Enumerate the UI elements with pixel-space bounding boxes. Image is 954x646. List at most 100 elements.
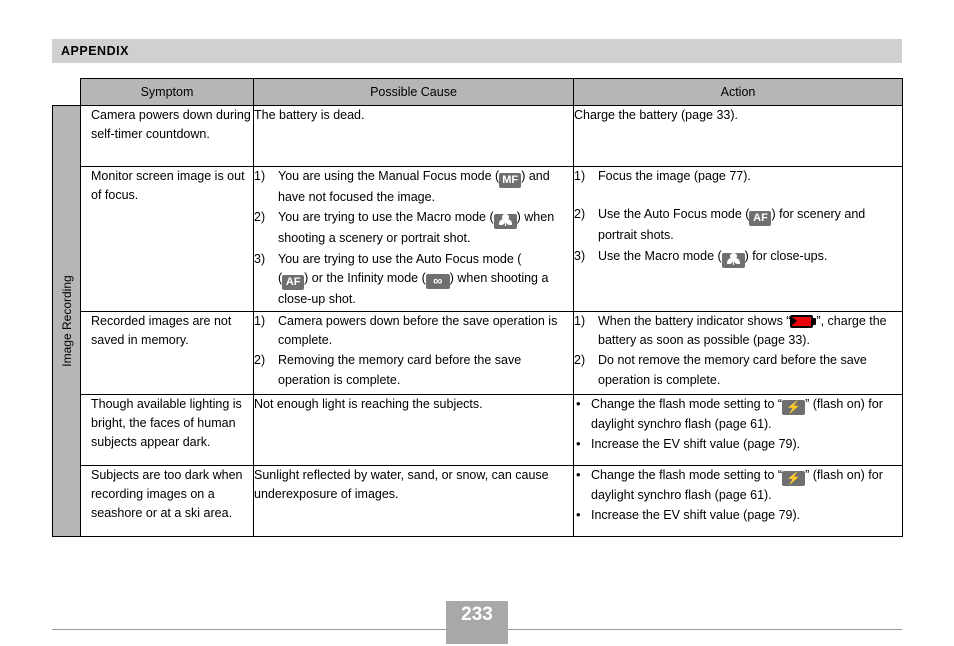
action-text: Increase the EV shift value (page 79).: [591, 436, 801, 451]
macro-icon: [721, 252, 745, 268]
action-text: Charge the battery (page 33).: [574, 108, 738, 122]
list-item: 2) Do not remove the memory card before t…: [574, 351, 902, 390]
action-text-post: ) for close-ups.: [744, 248, 828, 263]
troubleshooting-table-wrapper: Symptom Possible Cause Action Image Reco…: [52, 78, 903, 537]
list-item: 1) When the battery indicator shows “”, c…: [574, 312, 902, 351]
macro-icon: [493, 214, 517, 230]
symptom-text: Recorded images are not saved in memory.: [91, 313, 232, 347]
cell-symptom: Subjects are too dark when recording ima…: [80, 464, 254, 537]
cause-text: The battery is dead.: [254, 108, 365, 122]
list-marker: 2): [254, 353, 266, 368]
cell-possible-cause: Not enough light is reaching the subject…: [253, 393, 574, 466]
table-row: Recorded images are not saved in memory.…: [53, 310, 903, 395]
cell-possible-cause: The battery is dead.: [253, 105, 574, 167]
section-sidebar-image-recording: Image Recording: [52, 105, 81, 537]
table-row: Subjects are too dark when recording ima…: [53, 464, 903, 537]
cause-text-pre: You are using the Manual Focus mode (: [278, 169, 500, 183]
list-item: • Change the flash mode setting to “⚡” (f…: [574, 395, 902, 434]
list-marker: 3): [574, 248, 586, 263]
appendix-header-band: APPENDIX: [52, 39, 902, 63]
auto-focus-icon: AF: [749, 211, 772, 227]
table-row: Monitor screen image is out of focus. 1)…: [53, 166, 903, 312]
flash-on-icon: ⚡: [782, 470, 806, 486]
list-item: • Increase the EV shift value (page 79).: [574, 435, 902, 454]
action-text-pre: Use the Macro mode (: [598, 248, 722, 263]
header-corner-spacer: [53, 79, 81, 106]
action-list: 1) Focus the image (page 77). 2) Use the A…: [574, 167, 902, 268]
list-marker: 1): [574, 169, 586, 183]
infinity-icon: ∞: [425, 274, 450, 290]
cell-symptom: Recorded images are not saved in memory.: [80, 310, 254, 395]
symptom-text: Camera powers down during self-timer cou…: [91, 108, 251, 142]
action-text: Increase the EV shift value (page 79).: [591, 507, 801, 522]
list-item: 2) You are trying to use the Macro mode (…: [254, 208, 573, 248]
cause-text-pre: You are trying to use the Auto Focus mod…: [278, 251, 522, 266]
tulip-glyph: [498, 214, 512, 227]
list-item: 1) You are using the Manual Focus mode (M…: [254, 167, 573, 207]
list-item: 1) Focus the image (page 77).: [574, 167, 902, 186]
list-item: 3) You are trying to use the Auto Focus m…: [254, 250, 573, 310]
cell-symptom: Though available lighting is bright, the…: [80, 393, 254, 466]
cell-possible-cause: 1) You are using the Manual Focus mode (M…: [253, 166, 574, 312]
cause-text: Sunlight reflected by water, sand, or sn…: [254, 467, 549, 501]
table-row: Though available lighting is bright, the…: [53, 393, 903, 466]
list-marker: 2): [254, 210, 266, 225]
list-item: 2) Removing the memory card before the sa…: [254, 351, 573, 390]
symptom-text: Monitor screen image is out of focus.: [91, 169, 245, 203]
bullet-marker: •: [576, 435, 581, 451]
column-header-symptom: Symptom: [80, 78, 254, 106]
cell-action: • Change the flash mode setting to “⚡” (f…: [573, 393, 903, 466]
cell-possible-cause: Sunlight reflected by water, sand, or sn…: [253, 464, 574, 537]
page-number-block: [446, 601, 508, 644]
action-list: • Change the flash mode setting to “⚡” (f…: [574, 395, 902, 455]
symptom-text: Though available lighting is bright, the…: [91, 396, 242, 450]
list-marker: 2): [574, 207, 586, 222]
cause-list: 1) You are using the Manual Focus mode (M…: [254, 167, 573, 310]
cause-list: 1) Camera powers down before the save ope…: [254, 312, 573, 391]
cell-action: 1) Focus the image (page 77). 2) Use the A…: [573, 166, 903, 312]
action-list: • Change the flash mode setting to “⚡” (f…: [574, 466, 902, 526]
flash-on-icon: ⚡: [782, 399, 806, 415]
list-marker: 2): [574, 353, 586, 368]
bullet-marker: •: [576, 506, 581, 522]
cell-symptom: Monitor screen image is out of focus.: [80, 166, 254, 312]
troubleshooting-table: Symptom Possible Cause Action Image Reco…: [52, 78, 903, 537]
list-marker: 1): [574, 313, 586, 328]
cause-text-mid: ) or the Infinity mode (: [304, 271, 426, 286]
cell-action: • Change the flash mode setting to “⚡” (f…: [573, 464, 903, 537]
cause-text: Not enough light is reaching the subject…: [254, 396, 483, 411]
action-text-pre: Change the flash mode setting to “: [591, 396, 783, 411]
cell-action: Charge the battery (page 33).: [573, 105, 903, 167]
list-marker: 3): [254, 251, 266, 266]
action-text-pre: Use the Auto Focus mode (: [598, 207, 750, 222]
list-marker: 1): [254, 169, 266, 183]
auto-focus-icon: AF: [282, 275, 305, 291]
tulip-glyph: [726, 252, 740, 265]
cause-text: Camera powers down before the save opera…: [278, 313, 558, 347]
column-header-possible-cause: Possible Cause: [253, 78, 574, 106]
list-item: • Change the flash mode setting to “⚡” (f…: [574, 466, 902, 505]
table-header-row: Symptom Possible Cause Action: [53, 78, 903, 106]
cell-action: 1) When the battery indicator shows “”, c…: [573, 310, 903, 395]
bullet-marker: •: [576, 466, 581, 482]
action-text: Focus the image (page 77).: [598, 169, 751, 183]
sidebar-label: Image Recording: [59, 275, 74, 367]
page-number: 233: [461, 604, 493, 625]
battery-empty-icon: [790, 314, 817, 328]
action-text-pre: Change the flash mode setting to “: [591, 467, 783, 482]
footer-divider: [52, 629, 902, 630]
spacer-line: [574, 187, 902, 204]
list-item: 2) Use the Auto Focus mode (AF) for scene…: [574, 205, 902, 245]
action-text: Do not remove the memory card before the…: [598, 353, 867, 387]
action-list: 1) When the battery indicator shows “”, c…: [574, 312, 902, 391]
manual-focus-icon: MF: [499, 173, 522, 188]
cause-text-pre: You are trying to use the Macro mode (: [278, 210, 494, 225]
page-title: APPENDIX: [61, 44, 129, 58]
action-text-pre: When the battery indicator shows “: [598, 313, 791, 328]
list-marker: 1): [254, 313, 266, 328]
table-row: Image Recording Camera powers down durin…: [52, 105, 903, 537]
cell-symptom: Camera powers down during self-timer cou…: [80, 105, 254, 167]
symptom-text: Subjects are too dark when recording ima…: [91, 467, 243, 521]
cause-text: Removing the memory card before the save…: [278, 353, 522, 387]
list-item: 1) Camera powers down before the save ope…: [254, 312, 573, 351]
